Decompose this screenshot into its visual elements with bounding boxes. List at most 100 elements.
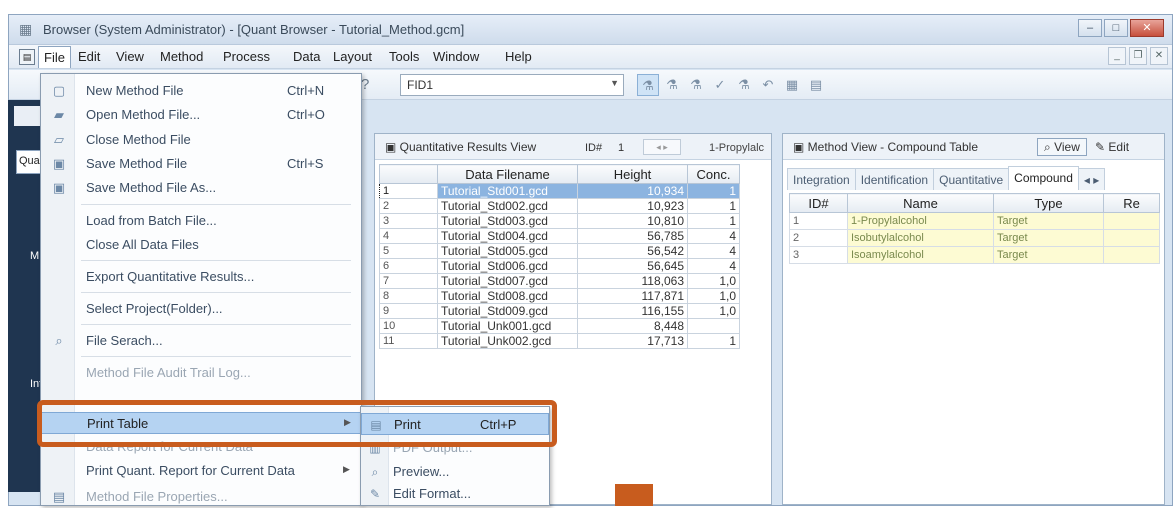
mdi-restore-button[interactable]: ❐ [1129, 47, 1147, 65]
undo-icon[interactable]: ↶ [757, 74, 779, 96]
left-panel-label: Qua [19, 155, 40, 167]
target-compound: 1-Propylalc [709, 142, 765, 154]
menu-window[interactable]: Window [433, 49, 479, 64]
menu-separator [81, 204, 351, 205]
menu-item-save-method-file-as[interactable]: ▣ Save Method File As... [41, 177, 361, 199]
menu-item-open-method-file[interactable]: ▰ Open Method File... Ctrl+O [41, 104, 361, 126]
menu-item-export-quantitative-results[interactable]: Export Quantitative Results... [41, 266, 361, 288]
row-number-cell: 11 [379, 333, 438, 349]
tab-compound[interactable]: Compound [1008, 166, 1079, 190]
column-header-name[interactable]: Name [847, 193, 994, 213]
menu-view[interactable]: View [116, 49, 144, 64]
view-button[interactable]: ⌕ View [1037, 138, 1087, 156]
column-header-filename[interactable]: Data Filename [437, 164, 578, 184]
table-row[interactable]: 9 Tutorial_Std009.gcd 116,155 1,0 [379, 303, 740, 319]
table-row[interactable]: 3 Tutorial_Std003.gcd 10,810 1 [379, 213, 740, 229]
column-header-ret[interactable]: Re [1103, 193, 1160, 213]
print-table-submenu: ▤ Print Ctrl+P ▥ PDF Output... ⌕ Preview… [360, 406, 550, 506]
printer-icon: ▤ [370, 418, 382, 432]
row-number-cell: 10 [379, 318, 438, 334]
table-row[interactable]: 10 Tutorial_Unk001.gcd 8,448 [379, 318, 740, 334]
menu-item-new-method-file[interactable]: ▢ New Method File Ctrl+N [41, 80, 361, 102]
menu-help[interactable]: Help [505, 49, 532, 64]
column-header-rownum [379, 164, 438, 184]
id-nav-arrows[interactable]: ◂ ▸ [643, 139, 681, 155]
flask-icon[interactable]: ⚗ [733, 74, 755, 96]
ret-cell [1103, 212, 1160, 230]
menu-tools[interactable]: Tools [389, 49, 419, 64]
menu-file[interactable]: File [38, 46, 71, 68]
menu-item-close-method-file[interactable]: ▱ Close Method File [41, 129, 361, 151]
menu-item-audit-trail-log[interactable]: Method File Audit Trail Log... [41, 362, 361, 384]
tab-integration[interactable]: Integration [787, 168, 856, 190]
id-cell: 1 [789, 212, 848, 230]
menu-item-label: Select Project(Folder)... [86, 301, 223, 316]
tab-quantitative[interactable]: Quantitative [933, 168, 1010, 190]
row-number-cell: 5 [379, 243, 438, 259]
mdi-close-button[interactable]: ✕ [1150, 47, 1168, 65]
tab-identification[interactable]: Identification [854, 168, 935, 190]
menu-item-print-table[interactable]: Print Table ▶ [41, 412, 361, 434]
table-row[interactable]: 7 Tutorial_Std007.gcd 118,063 1,0 [379, 273, 740, 289]
row-number-cell: 9 [379, 303, 438, 319]
table-row[interactable]: 4 Tutorial_Std004.gcd 56,785 4 [379, 228, 740, 244]
menu-item-close-all-data-files[interactable]: Close All Data Files [41, 234, 361, 256]
menu-process[interactable]: Process [223, 49, 270, 64]
menu-edit[interactable]: Edit [78, 49, 100, 64]
edit-button[interactable]: ✎ Edit [1095, 140, 1129, 154]
menu-method[interactable]: Method [160, 49, 203, 64]
menu-separator [81, 324, 351, 325]
column-header-height[interactable]: Height [577, 164, 688, 184]
detector-select[interactable]: FID1 ▼ [400, 74, 624, 96]
table-row[interactable]: 1 1-Propylalcohol Target [789, 212, 1160, 230]
document-icon[interactable]: ▤ [19, 49, 35, 65]
column-header-type[interactable]: Type [993, 193, 1104, 213]
flask-icon[interactable]: ⚗ [685, 74, 707, 96]
flask-icon[interactable]: ⚗ [661, 74, 683, 96]
menu-item-label: Print Table [87, 416, 149, 431]
window-title: Browser (System Administrator) - [Quant … [43, 22, 465, 37]
report-icon[interactable]: ▤ [805, 74, 827, 96]
menu-item-data-report[interactable]: Data Report for Current Data [41, 436, 361, 458]
table-row[interactable]: 11 Tutorial_Unk002.gcd 17,713 1 [379, 333, 740, 349]
menu-item-save-method-file[interactable]: ▣ Save Method File Ctrl+S [41, 153, 361, 175]
menu-data[interactable]: Data [293, 49, 320, 64]
menu-item-method-file-properties[interactable]: ▤ Method File Properties... [41, 486, 361, 508]
column-header-id[interactable]: ID# [789, 193, 848, 213]
menu-separator [81, 356, 351, 357]
help-icon[interactable]: ? [361, 76, 369, 93]
menu-item-label: Print [394, 417, 421, 432]
menu-layout[interactable]: Layout [333, 49, 372, 64]
tab-scroll-arrows[interactable]: ◂ ▸ [1077, 168, 1106, 190]
close-button[interactable]: ✕ [1130, 19, 1164, 37]
table-row[interactable]: 2 Isobutylalcohol Target [789, 229, 1160, 247]
table-row[interactable]: 3 Isoamylalcohol Target [789, 246, 1160, 264]
column-header-conc[interactable]: Conc. [687, 164, 740, 184]
maximize-button[interactable]: □ [1104, 19, 1128, 37]
flask-chart-icon[interactable]: ⚗ [637, 74, 659, 96]
table-row[interactable]: 5 Tutorial_Std005.gcd 56,542 4 [379, 243, 740, 259]
table-row[interactable]: 2 Tutorial_Std002.gcd 10,923 1 [379, 198, 740, 214]
filename-cell: Tutorial_Std003.gcd [437, 213, 578, 229]
table-row[interactable]: 6 Tutorial_Std006.gcd 56,645 4 [379, 258, 740, 274]
menu-item-edit-format[interactable]: ✎ Edit Format... [361, 483, 549, 505]
window-controls: – □ ✕ [1076, 19, 1164, 37]
filename-cell: Tutorial_Unk001.gcd [437, 318, 578, 334]
minimize-button[interactable]: – [1078, 19, 1102, 37]
menu-item-load-from-batch-file[interactable]: Load from Batch File... [41, 210, 361, 232]
menu-item-preview[interactable]: ⌕ Preview... [361, 461, 549, 483]
table-row[interactable]: 8 Tutorial_Std008.gcd 117,871 1,0 [379, 288, 740, 304]
table-row[interactable]: 1 Tutorial_Std001.gcd 10,934 1 [379, 183, 740, 199]
menu-item-print[interactable]: ▤ Print Ctrl+P [361, 413, 549, 435]
grid-icon[interactable]: ▦ [781, 74, 803, 96]
menu-item-select-project[interactable]: Select Project(Folder)... [41, 298, 361, 320]
menu-item-file-search[interactable]: ⌕ File Serach... [41, 330, 361, 352]
filename-cell: Tutorial_Std006.gcd [437, 258, 578, 274]
menu-item-print-quant-report[interactable]: Print Quant. Report for Current Data ▶ [41, 460, 361, 482]
menu-item-pdf-output[interactable]: ▥ PDF Output... [361, 437, 549, 459]
mdi-controls: _ ❐ ✕ [1105, 47, 1168, 65]
row-number-cell: 7 [379, 273, 438, 289]
mdi-minimize-button[interactable]: _ [1108, 47, 1126, 65]
compound-table: ID# Name Type Re 1 1-Propylalcohol Target 2… [789, 193, 1160, 264]
flask-check-icon[interactable]: ✓ [709, 74, 731, 96]
